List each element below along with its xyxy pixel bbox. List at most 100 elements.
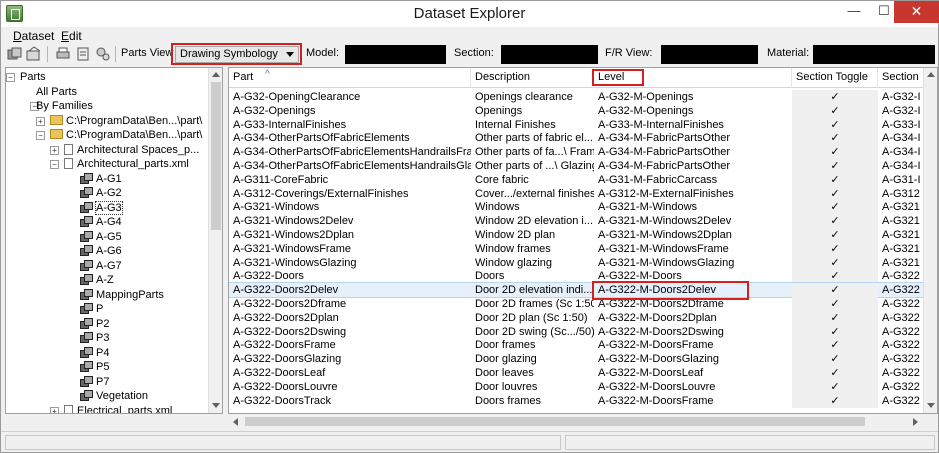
tree-item[interactable]: P <box>80 302 103 316</box>
scroll-right-icon[interactable] <box>913 418 918 426</box>
cell-section-toggle[interactable]: ✓ <box>792 366 878 380</box>
table-row[interactable]: A-G322-Doors2Delev Door 2D elevation indi… <box>229 282 930 299</box>
table-row[interactable]: A-G34-OtherPartsOfFabricElements Other pa… <box>229 131 929 146</box>
cell-section-toggle[interactable]: ✓ <box>792 255 878 270</box>
table-row[interactable]: A-G32-OpeningClearance Openings clearance… <box>229 90 929 104</box>
scroll-down-icon[interactable] <box>927 403 935 408</box>
cell-section-toggle[interactable]: ✓ <box>792 159 878 173</box>
cell-section-toggle[interactable]: ✓ <box>792 393 878 408</box>
section-field[interactable] <box>501 45 598 64</box>
tree-item[interactable]: P4 <box>80 346 109 360</box>
cell-section-toggle[interactable]: ✓ <box>792 145 878 160</box>
grid-horizontal-scrollbar[interactable] <box>229 414 923 429</box>
tree-item[interactable]: Architectural_parts.xml <box>64 157 189 171</box>
cell-section-toggle[interactable]: ✓ <box>792 228 878 242</box>
expand-icon[interactable]: + <box>50 145 59 155</box>
column-header-section[interactable]: Section <box>878 68 928 88</box>
cell-section-toggle[interactable]: ✓ <box>792 310 878 325</box>
tree-item[interactable]: A-G1 <box>80 172 122 186</box>
table-row[interactable]: A-G33-InternalFinishes Internal Finishes A… <box>229 117 929 132</box>
cell-section-toggle[interactable]: ✓ <box>792 338 878 353</box>
cell-section-toggle[interactable]: ✓ <box>792 297 878 311</box>
properties-icon[interactable] <box>75 46 91 62</box>
parts-icon[interactable] <box>7 46 23 62</box>
table-row[interactable]: A-G322-Doors2Dframe Door 2D frames (Sc 1:… <box>229 297 929 311</box>
table-row[interactable]: A-G321-WindowsGlazing Window glazing A-G32… <box>229 255 929 270</box>
collapse-icon[interactable]: − <box>50 160 59 169</box>
menu-dataset[interactable]: Dataset <box>13 29 54 43</box>
cell-section-toggle[interactable]: ✓ <box>792 90 878 104</box>
cell-section-toggle[interactable]: ✓ <box>792 269 878 284</box>
tree-item[interactable]: A-Z <box>80 273 114 287</box>
table-row[interactable]: A-G322-Doors2Dswing Door 2D swing (Sc.../… <box>229 324 929 339</box>
tree-scroll-thumb[interactable] <box>211 82 221 230</box>
cell-section-toggle[interactable]: ✓ <box>792 379 878 394</box>
cell-section-toggle[interactable]: ✓ <box>792 283 878 298</box>
cell-section-toggle[interactable]: ✓ <box>792 352 878 367</box>
cell-section-toggle[interactable]: ✓ <box>792 103 878 118</box>
cell-section-toggle[interactable]: ✓ <box>792 186 878 201</box>
parts-tree[interactable]: − Parts All Parts − By Families + C:\ProgramDa… <box>5 67 223 414</box>
cell-section-toggle[interactable]: ✓ <box>792 241 878 256</box>
scroll-left-icon[interactable] <box>233 418 238 426</box>
minimize-button[interactable]: — <box>839 1 869 23</box>
tree-item[interactable]: Vegetation <box>80 389 148 403</box>
table-row[interactable]: A-G321-Windows2Delev Window 2D elevation … <box>229 214 929 229</box>
table-row[interactable]: A-G321-WindowsFrame Window frames A-G321-M… <box>229 241 929 256</box>
cell-section-toggle[interactable]: ✓ <box>792 131 878 146</box>
tree-item[interactable]: P2 <box>80 317 109 331</box>
cell-section-toggle[interactable]: ✓ <box>792 214 878 229</box>
parts-view-dropdown[interactable]: Drawing Symbology <box>175 46 299 63</box>
parts-folder-icon[interactable] <box>26 46 42 62</box>
collapse-icon[interactable]: − <box>36 131 45 140</box>
tree-item[interactable]: All Parts <box>36 85 77 99</box>
table-row[interactable]: A-G321-Windows Windows A-G321-M-Windows ✓ A-… <box>229 200 929 215</box>
tree-item[interactable]: C:\ProgramData\Ben...\part\ <box>50 114 202 128</box>
parts-grid[interactable]: Part ^ Description Level Section Toggle … <box>228 67 938 414</box>
table-row[interactable]: A-G32-Openings Openings A-G32-M-Openings ✓ A… <box>229 103 929 118</box>
table-row[interactable]: A-G34-OtherPartsOfFabricElementsHandrail… <box>229 159 929 173</box>
tree-item[interactable]: A-G2 <box>80 186 122 200</box>
grid-vertical-scrollbar[interactable] <box>923 68 937 413</box>
tree-item[interactable]: By Families <box>36 99 93 113</box>
scroll-up-icon[interactable] <box>212 72 220 77</box>
column-header-description[interactable]: Description <box>471 68 594 88</box>
tree-item[interactable]: Architectural Spaces_p... <box>64 143 199 157</box>
print-icon[interactable] <box>55 46 71 62</box>
material-field[interactable] <box>813 45 935 64</box>
scroll-down-icon[interactable] <box>212 403 220 408</box>
tree-item[interactable]: P5 <box>80 360 109 374</box>
tree-item[interactable]: MappingParts <box>80 288 164 302</box>
tree-item[interactable]: A-G3 <box>80 200 123 215</box>
tree-item[interactable]: Electrical_parts.xml <box>64 404 172 413</box>
fr-view-field[interactable] <box>661 45 758 64</box>
tree-item[interactable]: P7 <box>80 375 109 389</box>
cell-section-toggle[interactable]: ✓ <box>792 324 878 339</box>
tree-item[interactable]: Parts <box>20 70 46 84</box>
cell-section-toggle[interactable]: ✓ <box>792 117 878 132</box>
tree-item[interactable]: A-G6 <box>80 244 122 258</box>
expand-icon[interactable]: + <box>50 406 59 413</box>
model-field[interactable] <box>345 45 446 64</box>
column-header-section-toggle[interactable]: Section Toggle <box>792 68 878 88</box>
table-row[interactable]: A-G322-Doors Doors A-G322-M-Doors ✓ A-G322 <box>229 269 929 284</box>
collapse-icon[interactable]: − <box>6 73 15 82</box>
tree-item[interactable]: A-G7 <box>80 259 122 273</box>
close-button[interactable]: ✕ <box>894 1 939 23</box>
table-row[interactable]: A-G322-DoorsGlazing Door glazing A-G322-M-… <box>229 352 929 367</box>
tree-item[interactable]: P3 <box>80 331 109 345</box>
column-header-part[interactable]: Part ^ <box>229 68 471 88</box>
grid-hscroll-thumb[interactable] <box>245 417 865 426</box>
tree-item[interactable]: A-G4 <box>80 215 122 229</box>
column-header-level[interactable]: Level <box>594 68 792 88</box>
table-row[interactable]: A-G322-Doors2Dplan Door 2D plan (Sc 1:50)… <box>229 310 929 325</box>
tree-item[interactable]: A-G5 <box>80 230 122 244</box>
scroll-up-icon[interactable] <box>927 72 935 77</box>
table-row[interactable]: A-G322-DoorsTrack Doors frames A-G322-M-Do… <box>229 393 929 408</box>
table-row[interactable]: A-G322-DoorsLouvre Door louvres A-G322-M-D… <box>229 379 929 394</box>
menu-edit[interactable]: Edit <box>61 29 82 43</box>
tree-vertical-scrollbar[interactable] <box>208 68 222 413</box>
table-row[interactable]: A-G312-Coverings/ExternalFinishes Cover..… <box>229 186 929 201</box>
table-row[interactable]: A-G34-OtherPartsOfFabricElementsHandrail… <box>229 145 929 160</box>
table-row[interactable]: A-G321-Windows2Dplan Window 2D plan A-G321… <box>229 228 929 242</box>
